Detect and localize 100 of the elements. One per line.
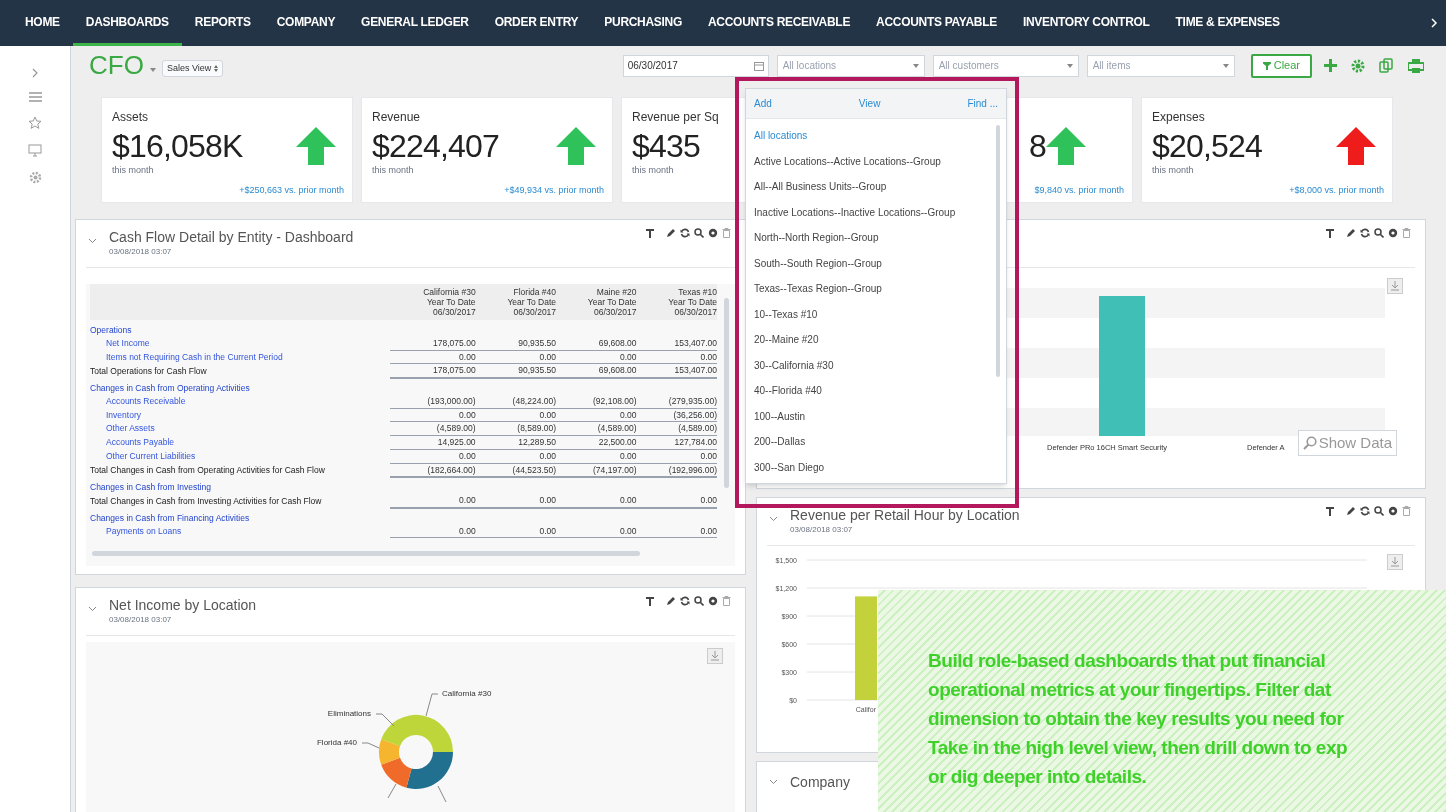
kpi-value: $20,524 <box>1152 130 1263 162</box>
panel-timestamp: 03/08/2018 03:07 <box>109 246 173 258</box>
row-link[interactable]: Other Current Liabilities <box>90 449 390 463</box>
caret-down-icon[interactable] <box>149 67 156 72</box>
dropdown-option[interactable]: 300--San Diego <box>754 454 1006 480</box>
trash-icon[interactable] <box>1402 228 1411 238</box>
scrollbar-thumb[interactable] <box>92 551 640 556</box>
dropdown-option[interactable]: Inactive Locations--Inactive Locations--Group <box>754 199 1006 225</box>
view-select[interactable]: Sales View <box>161 60 224 77</box>
print-icon[interactable] <box>1408 58 1424 73</box>
monitor-icon[interactable] <box>28 144 42 157</box>
leader-line <box>361 742 380 749</box>
pencil-icon[interactable] <box>666 596 676 606</box>
row-link[interactable]: Payments on Loans <box>90 524 390 538</box>
trash-icon[interactable] <box>722 228 731 238</box>
column-header: California #30 Year To Date 06/30/2017 <box>390 284 476 320</box>
filter-icon[interactable] <box>646 596 654 606</box>
refresh-icon[interactable] <box>1360 228 1370 238</box>
nav-tab[interactable]: TIME & EXPENSES <box>1162 0 1293 46</box>
search-icon[interactable] <box>694 228 704 238</box>
nav-tab[interactable]: INVENTORY CONTROL <box>1009 0 1163 46</box>
kpi-delta-link[interactable]: +$250,663 vs. prior month <box>239 183 344 197</box>
row-link[interactable]: Accounts Payable <box>90 435 390 450</box>
dropdown-option[interactable]: 200--Dallas <box>754 429 1006 455</box>
trash-icon[interactable] <box>722 596 731 606</box>
row-link[interactable]: Accounts Receivable <box>90 394 390 408</box>
dropdown-option[interactable]: 40--Florida #40 <box>754 378 1006 404</box>
kpi-delta-link[interactable]: +$8,000 vs. prior month <box>1289 183 1384 197</box>
gear-icon[interactable] <box>708 596 718 606</box>
refresh-icon[interactable] <box>680 228 690 238</box>
search-icon[interactable] <box>1374 506 1384 516</box>
pencil-icon[interactable] <box>1346 228 1356 238</box>
nav-tab[interactable]: ACCOUNTS RECEIVABLE <box>695 0 864 46</box>
nav-tab[interactable]: HOME <box>12 0 73 46</box>
table-cell: 0.00 <box>475 494 557 508</box>
gear-icon[interactable] <box>708 228 718 238</box>
kpi-value: 8 <box>1029 130 1046 162</box>
plus-icon[interactable] <box>1324 59 1337 72</box>
nav-tab[interactable]: PURCHASING <box>591 0 695 46</box>
slice-label: Eliminations <box>327 708 371 720</box>
refresh-icon[interactable] <box>680 596 690 606</box>
nav-tab[interactable]: ORDER ENTRY <box>481 0 592 46</box>
dropdown-action-link[interactable]: View <box>858 96 881 111</box>
kpi-delta-link[interactable]: +$49,934 vs. prior month <box>504 183 604 197</box>
dropdown-option[interactable]: North--North Region--Group <box>754 225 1006 251</box>
table-cell: 0.00 <box>390 524 476 538</box>
pencil-icon[interactable] <box>1346 506 1356 516</box>
table-cell: 0.00 <box>636 350 717 364</box>
calendar-icon[interactable] <box>753 60 764 71</box>
dropdown-option[interactable]: 30--California #30 <box>754 352 1006 378</box>
scrollbar-thumb[interactable] <box>724 298 729 488</box>
copy-icon[interactable] <box>1379 58 1394 73</box>
kpi-period: this month <box>112 164 154 177</box>
refresh-icon[interactable] <box>1360 506 1370 516</box>
dropdown-option[interactable]: All--All Business Units--Group <box>754 174 1006 200</box>
nav-tab[interactable]: DASHBOARDS <box>72 0 182 46</box>
search-icon[interactable] <box>694 596 704 606</box>
dropdown-option[interactable]: 10--Texas #10 <box>754 301 1006 327</box>
filter-icon[interactable] <box>1326 228 1334 238</box>
dropdown-option[interactable]: Active Locations--Active Locations--Group <box>754 148 1006 174</box>
chevron-down-icon[interactable] <box>769 779 778 785</box>
list-icon[interactable] <box>28 92 42 102</box>
chevron-down-icon[interactable] <box>769 516 778 522</box>
star-icon[interactable] <box>28 116 42 130</box>
filter-icon[interactable] <box>1326 506 1334 516</box>
nav-tab[interactable]: ACCOUNTS PAYABLE <box>863 0 1010 46</box>
pencil-icon[interactable] <box>666 228 676 238</box>
date-field[interactable]: 06/30/2017 <box>622 54 769 77</box>
download-icon[interactable] <box>707 648 723 664</box>
nav-tab[interactable]: GENERAL LEDGER <box>348 0 482 46</box>
row-link[interactable]: Items not Requiring Cash in the Current Period <box>90 350 390 364</box>
gear-icon[interactable] <box>1388 228 1398 238</box>
panel-title: Company <box>790 772 850 792</box>
section-link[interactable]: Changes in Cash from Investing <box>90 477 390 494</box>
dropdown-option[interactable]: 20--Maine #20 <box>754 327 1006 353</box>
download-icon[interactable] <box>1387 278 1403 294</box>
dropdown-option[interactable]: South--South Region--Group <box>754 250 1006 276</box>
row-link[interactable]: Inventory <box>90 408 390 422</box>
section-link[interactable]: Operations <box>90 320 390 337</box>
scrollbar-thumb[interactable] <box>996 125 1000 377</box>
row-label: Total Operations for Cash Flow <box>90 363 390 378</box>
download-icon[interactable] <box>1387 554 1403 570</box>
filter-icon[interactable] <box>646 228 654 238</box>
kpi-delta-link[interactable]: $9,840 vs. prior month <box>1034 183 1124 197</box>
dropdown-option[interactable]: 100--Austin <box>754 403 1006 429</box>
chevron-down-icon[interactable] <box>88 238 97 244</box>
row-link[interactable]: Net Income <box>90 336 390 350</box>
section-link[interactable]: Changes in Cash from Operating Activities <box>90 378 390 395</box>
dropdown-option[interactable]: All locations <box>754 123 1006 149</box>
trash-icon[interactable] <box>1402 506 1411 516</box>
table-cell: 69,608.00 <box>556 363 637 378</box>
section-link[interactable]: Changes in Cash from Financing Activities <box>90 507 390 525</box>
search-icon[interactable] <box>1374 228 1384 238</box>
dropdown-action-link[interactable]: Find ... <box>967 96 998 111</box>
row-link[interactable]: Other Assets <box>90 421 390 436</box>
nav-tab[interactable]: COMPANY <box>263 0 349 46</box>
nav-tab[interactable]: REPORTS <box>181 0 264 46</box>
gear-icon[interactable] <box>1388 506 1398 516</box>
dropdown-option[interactable]: Texas--Texas Region--Group <box>754 276 1006 302</box>
chevron-down-icon[interactable] <box>88 606 97 612</box>
